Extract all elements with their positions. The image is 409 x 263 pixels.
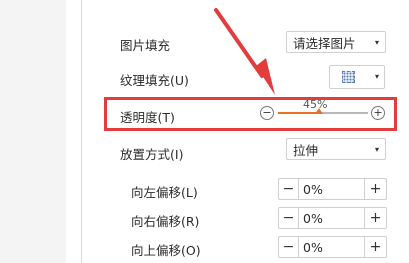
offset-up-plus-button[interactable]: + bbox=[364, 237, 386, 257]
offset-left-value[interactable]: 0% bbox=[303, 182, 323, 197]
offset-up-value[interactable]: 0% bbox=[303, 240, 323, 255]
offset-up-label: 向上偏移(O) bbox=[131, 243, 201, 258]
offset-left-label: 向左偏移(L) bbox=[131, 185, 198, 200]
placement-label: 放置方式(I) bbox=[120, 147, 184, 162]
offset-right-stepper[interactable]: − 0% + bbox=[278, 207, 387, 229]
offset-up-stepper[interactable]: − 0% + bbox=[278, 236, 387, 258]
offset-left-plus-button[interactable]: + bbox=[364, 179, 386, 199]
placement-value: 拉伸 bbox=[293, 142, 319, 158]
offset-right-plus-button[interactable]: + bbox=[364, 208, 386, 228]
offset-up-minus-button[interactable]: − bbox=[279, 237, 299, 257]
placement-dropdown[interactable]: 拉伸 ▾ bbox=[286, 138, 386, 160]
offset-left-stepper[interactable]: − 0% + bbox=[278, 178, 387, 200]
offset-left-minus-button[interactable]: − bbox=[279, 179, 299, 199]
chevron-down-icon: ▾ bbox=[374, 144, 379, 154]
offset-right-label: 向右偏移(R) bbox=[131, 214, 200, 229]
offset-right-minus-button[interactable]: − bbox=[279, 208, 299, 228]
offset-right-value[interactable]: 0% bbox=[303, 211, 323, 226]
